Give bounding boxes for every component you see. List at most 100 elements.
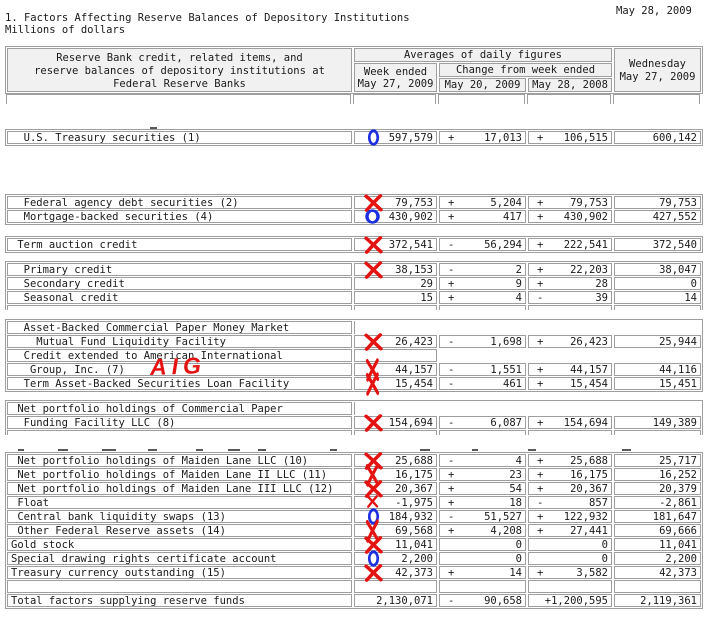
cell-wednesday: 69,666: [614, 524, 701, 537]
change-sign: -: [448, 364, 455, 376]
change-sign: +: [537, 525, 544, 537]
table-row: Mortgage-backed securities (4) 430,902 +41…: [7, 209, 701, 224]
cell-change-prior-week: - 1,551: [439, 363, 526, 376]
change-sign: +: [537, 378, 544, 390]
cell-change-prior-year: +44,157: [528, 363, 612, 376]
change-sign: +: [448, 497, 455, 509]
cell-week: 11,041: [354, 538, 437, 551]
change-sign: +: [448, 211, 455, 223]
change-value: 25,688: [570, 455, 608, 467]
cell-label: Total factors supplying reserve funds: [7, 594, 352, 607]
cell-wednesday: [614, 580, 701, 593]
cell-wednesday: [614, 430, 701, 435]
change-value: 3,582: [576, 567, 608, 579]
change-value: 51,527: [484, 511, 522, 523]
cell-change-prior-week: 0: [439, 552, 526, 565]
table-row: Net portfolio holdings of Maiden Lane II…: [7, 480, 701, 498]
cell-wednesday: 38,047: [614, 263, 701, 276]
cell-change-prior-week: +18: [439, 496, 526, 509]
cell-change-prior-year: +16,175: [528, 468, 612, 481]
table-row: Federal agency debt securities (2) 79,753…: [7, 194, 701, 212]
cell-week: 44,157: [354, 363, 437, 376]
cell-change-prior-year: - 857: [528, 496, 612, 509]
change-sign: +: [537, 417, 544, 429]
table-row: Float -1,975 +18-857 -2,861: [7, 495, 701, 509]
cell-week: 38,153: [354, 263, 437, 276]
change-sign: -: [537, 497, 544, 509]
cell-change-prior-week: - 56,294: [439, 238, 526, 251]
erased-text-artifact: [528, 449, 536, 451]
cell-change-prior-year: [528, 580, 612, 593]
change-sign: +: [448, 567, 455, 579]
header-change-group: Change from week ended May 20, 2009 May …: [439, 63, 612, 92]
change-value: 9: [515, 278, 522, 290]
change-value: 28: [595, 278, 608, 290]
change-value: 0: [515, 553, 522, 565]
change-value: 4: [515, 292, 522, 304]
cell-change-prior-week: [439, 430, 526, 435]
table-row: Gold stock 11,041 0 0 11,041: [7, 536, 701, 554]
change-sign: +: [537, 567, 544, 579]
page-subtitle: Millions of dollars: [5, 24, 126, 36]
cell-week: [354, 580, 437, 593]
cell-change-prior-week: - 6,087: [439, 416, 526, 429]
header-text-line: May 27, 2009: [619, 71, 696, 83]
erased-text-artifact: [622, 449, 631, 451]
change-value: 0: [601, 539, 608, 551]
cell-label: Secondary credit: [7, 277, 352, 290]
change-value: 106,515: [563, 132, 608, 144]
change-value: 1,698: [490, 336, 522, 348]
header-date-col2-cell: May 28, 2008: [528, 78, 612, 92]
change-value: 20,367: [570, 483, 608, 495]
cell-wednesday: 372,540: [614, 238, 701, 251]
cell-wednesday: 25,944: [614, 335, 701, 348]
cell-change-prior-year: +1,200,595: [528, 594, 612, 607]
change-sign: -: [448, 455, 455, 467]
cell-label: Central bank liquidity swaps (13): [7, 510, 352, 523]
change-sign: -: [448, 378, 455, 390]
cell-change-prior-week: - 1,698: [439, 335, 526, 348]
change-sign: +: [448, 197, 455, 209]
change-value: 23: [509, 469, 522, 481]
cell-wednesday: 149,389: [614, 416, 701, 429]
change-value: 15,454: [570, 378, 608, 390]
cell-label: Float: [7, 496, 352, 509]
change-value: 857: [589, 497, 608, 509]
cell-change-prior-year: +26,423: [528, 335, 612, 348]
change-value: 430,902: [563, 211, 608, 223]
change-value: 2: [515, 264, 522, 276]
header-text-line: Federal Reserve Banks: [113, 78, 246, 90]
change-sign: -: [537, 292, 544, 304]
table-section: U.S. Treasury securities (1) 597,579 +17,0…: [5, 129, 703, 146]
cell-change-prior-year: +28: [528, 277, 612, 290]
cell-wednesday: 14: [614, 291, 701, 304]
change-sign: +: [537, 264, 544, 276]
cell-label: Funding Facility LLC (8): [7, 416, 352, 429]
cell-week: 29: [354, 277, 437, 290]
change-value: 44,157: [570, 364, 608, 376]
change-value: 26,423: [570, 336, 608, 348]
table-row: U.S. Treasury securities (1) 597,579 +17,0…: [7, 129, 701, 146]
cell-change-prior-week: [439, 305, 526, 310]
cell-change-prior-week: [438, 94, 525, 104]
header-week-ended-cell: Week ended May 27, 2009: [354, 63, 437, 92]
cell-wednesday: 2,200: [614, 552, 701, 565]
cell-change-prior-year: +3,582: [528, 566, 612, 579]
cell-week: -1,975: [354, 496, 437, 509]
change-sign: +: [448, 483, 455, 495]
cell-label: Asset-Backed Commercial Paper Money Mark…: [7, 321, 352, 334]
change-value: 6,087: [490, 417, 522, 429]
cell-week: 25,688: [354, 454, 437, 467]
header-text-line: Wednesday: [629, 58, 686, 70]
header-change-from-cell: Change from week ended: [439, 63, 612, 77]
cell-week: 154,694: [354, 416, 437, 429]
change-sign: -: [448, 336, 455, 348]
change-value: 154,694: [563, 417, 608, 429]
change-sign: +: [537, 211, 544, 223]
header-text-line: Reserve Bank credit, related items, and: [56, 52, 303, 64]
change-value: 18: [509, 497, 522, 509]
cell-label: Term auction credit: [7, 238, 352, 251]
cell-wednesday: 44,116: [614, 363, 701, 376]
change-value: 0: [601, 553, 608, 565]
cell-change-prior-week: -4: [439, 454, 526, 467]
